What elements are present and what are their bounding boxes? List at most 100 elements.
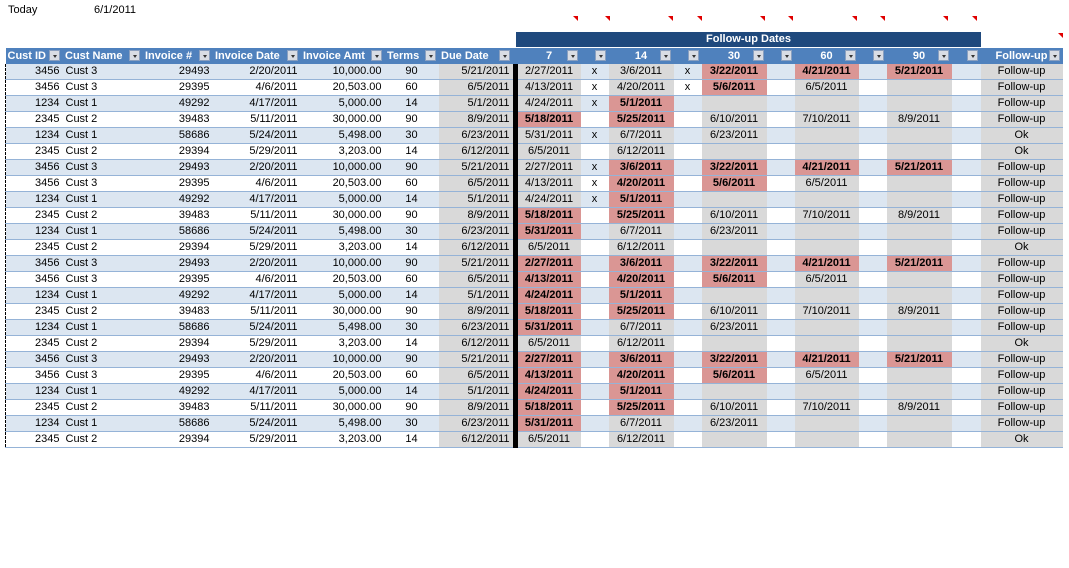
follow-up-flag-cell[interactable] (858, 383, 887, 400)
follow-up-date-cell[interactable]: 5/1/2011 (608, 95, 674, 112)
terms-cell[interactable]: 90 (384, 159, 439, 176)
terms-cell[interactable]: 60 (384, 367, 439, 384)
due-date-cell[interactable]: 6/23/2011 (438, 415, 513, 432)
comment-indicator-icon[interactable] (573, 16, 578, 21)
cust-name-cell[interactable]: Cust 1 (62, 127, 143, 144)
invoice-amount-cell[interactable]: 3,203.00 (300, 431, 385, 448)
follow-up-flag-cell[interactable] (951, 303, 981, 320)
follow-up-flag-cell[interactable] (951, 255, 981, 272)
follow-up-flag-cell[interactable]: x (580, 127, 609, 144)
follow-up-flag-cell[interactable] (951, 79, 981, 96)
follow-up-flag-cell[interactable] (858, 207, 887, 224)
follow-up-flag-cell[interactable] (951, 95, 981, 112)
invoice-number-cell[interactable]: 49292 (142, 287, 213, 304)
filter-dropdown-icon[interactable] (499, 50, 510, 61)
status-cell[interactable]: Follow-up (980, 271, 1063, 288)
follow-up-date-cell[interactable]: 5/18/2011 (517, 207, 581, 224)
status-cell[interactable]: Follow-up (980, 399, 1063, 416)
status-cell[interactable]: Follow-up (980, 64, 1063, 80)
invoice-amount-cell[interactable]: 20,503.00 (300, 79, 385, 96)
filter-dropdown-icon[interactable] (781, 50, 792, 61)
follow-up-date-cell[interactable]: 7/10/2011 (794, 399, 859, 416)
follow-up-date-cell[interactable] (794, 287, 859, 304)
invoice-number-cell[interactable]: 39483 (142, 207, 213, 224)
cust-name-cell[interactable]: Cust 3 (62, 64, 143, 80)
column-header[interactable]: 60 (794, 48, 859, 64)
follow-up-flag-cell[interactable] (673, 399, 702, 416)
follow-up-date-cell[interactable]: 6/23/2011 (701, 319, 767, 336)
follow-up-date-cell[interactable]: 5/18/2011 (517, 111, 581, 128)
follow-up-date-cell[interactable]: 4/21/2011 (794, 255, 859, 272)
follow-up-date-cell[interactable] (886, 287, 952, 304)
follow-up-date-cell[interactable] (701, 95, 767, 112)
follow-up-flag-cell[interactable] (673, 191, 702, 208)
follow-up-flag-cell[interactable] (858, 319, 887, 336)
cust-id-cell[interactable]: 1234 (5, 95, 63, 112)
follow-up-flag-cell[interactable] (951, 415, 981, 432)
follow-up-flag-cell[interactable]: x (673, 79, 702, 96)
cust-id-cell[interactable]: 1234 (5, 223, 63, 240)
follow-up-date-cell[interactable]: 5/31/2011 (517, 415, 581, 432)
follow-up-flag-cell[interactable] (858, 95, 887, 112)
due-date-cell[interactable]: 6/5/2011 (438, 367, 513, 384)
follow-up-date-cell[interactable]: 6/5/2011 (517, 335, 581, 352)
filter-dropdown-icon[interactable] (873, 50, 884, 61)
follow-up-flag-cell[interactable] (766, 367, 795, 384)
follow-up-flag-cell[interactable] (951, 175, 981, 192)
follow-up-date-cell[interactable]: 4/21/2011 (794, 64, 859, 80)
due-date-cell[interactable]: 5/21/2011 (438, 159, 513, 176)
follow-up-date-cell[interactable] (886, 79, 952, 96)
cust-name-cell[interactable]: Cust 1 (62, 95, 143, 112)
terms-cell[interactable]: 60 (384, 79, 439, 96)
column-header[interactable]: 30 (701, 48, 767, 64)
follow-up-flag-cell[interactable] (951, 159, 981, 176)
invoice-amount-cell[interactable]: 3,203.00 (300, 143, 385, 160)
cust-name-cell[interactable]: Cust 3 (62, 255, 143, 272)
cust-id-cell[interactable]: 2345 (5, 303, 63, 320)
follow-up-flag-cell[interactable] (673, 159, 702, 176)
terms-cell[interactable]: 90 (384, 351, 439, 368)
follow-up-flag-cell[interactable] (766, 207, 795, 224)
column-header[interactable] (766, 48, 795, 64)
follow-up-flag-cell[interactable] (673, 255, 702, 272)
invoice-date-cell[interactable]: 5/24/2011 (212, 127, 301, 144)
follow-up-flag-cell[interactable] (580, 239, 609, 256)
follow-up-flag-cell[interactable] (858, 239, 887, 256)
invoice-number-cell[interactable]: 29395 (142, 271, 213, 288)
filter-dropdown-icon[interactable] (371, 50, 382, 61)
invoice-amount-cell[interactable]: 10,000.00 (300, 64, 385, 80)
due-date-cell[interactable]: 6/12/2011 (438, 143, 513, 160)
follow-up-date-cell[interactable] (886, 335, 952, 352)
terms-cell[interactable]: 30 (384, 415, 439, 432)
comment-indicator-icon[interactable] (972, 16, 977, 21)
follow-up-flag-cell[interactable] (766, 255, 795, 272)
comment-indicator-icon[interactable] (788, 16, 793, 21)
due-date-cell[interactable]: 6/23/2011 (438, 319, 513, 336)
status-cell[interactable]: Follow-up (980, 95, 1063, 112)
status-cell[interactable]: Follow-up (980, 287, 1063, 304)
invoice-date-cell[interactable]: 4/17/2011 (212, 95, 301, 112)
terms-cell[interactable]: 90 (384, 64, 439, 80)
follow-up-flag-cell[interactable] (951, 335, 981, 352)
status-cell[interactable]: Follow-up (980, 191, 1063, 208)
due-date-cell[interactable]: 6/23/2011 (438, 223, 513, 240)
terms-cell[interactable]: 14 (384, 431, 439, 448)
status-cell[interactable]: Ok (980, 143, 1063, 160)
invoice-amount-cell[interactable]: 3,203.00 (300, 335, 385, 352)
follow-up-flag-cell[interactable] (766, 143, 795, 160)
follow-up-date-cell[interactable]: 5/21/2011 (886, 351, 952, 368)
follow-up-date-cell[interactable]: 4/21/2011 (794, 159, 859, 176)
invoice-amount-cell[interactable]: 5,498.00 (300, 415, 385, 432)
follow-up-date-cell[interactable] (701, 335, 767, 352)
follow-up-flag-cell[interactable] (951, 127, 981, 144)
invoice-amount-cell[interactable]: 30,000.00 (300, 399, 385, 416)
follow-up-date-cell[interactable]: 6/12/2011 (608, 431, 674, 448)
filter-dropdown-icon[interactable] (753, 50, 764, 61)
follow-up-date-cell[interactable]: 2/27/2011 (517, 159, 581, 176)
follow-up-flag-cell[interactable]: x (673, 64, 702, 80)
follow-up-date-cell[interactable]: 4/13/2011 (517, 367, 581, 384)
follow-up-date-cell[interactable]: 4/24/2011 (517, 95, 581, 112)
follow-up-flag-cell[interactable] (766, 175, 795, 192)
follow-up-flag-cell[interactable] (766, 351, 795, 368)
due-date-cell[interactable]: 6/12/2011 (438, 335, 513, 352)
